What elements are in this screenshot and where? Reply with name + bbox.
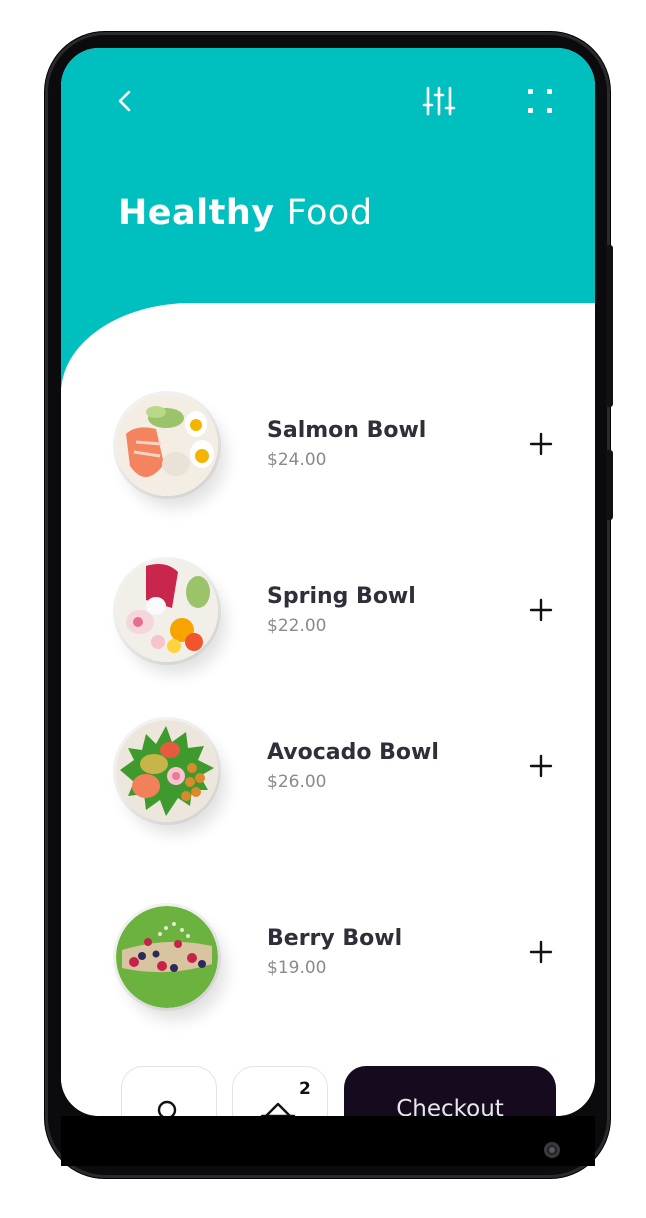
spring-bowl-image xyxy=(116,560,218,662)
list-item[interactable]: Berry Bowl $19.00 xyxy=(61,898,595,1028)
title-light: Food xyxy=(286,193,373,233)
list-item[interactable]: Avocado Bowl $26.00 xyxy=(61,712,595,842)
profile-button[interactable] xyxy=(121,1066,217,1116)
berry-bowl-image xyxy=(116,906,218,1008)
title-bold: Healthy xyxy=(118,193,275,233)
bottom-bar: 2 Checkout xyxy=(61,1038,595,1116)
list-item[interactable]: Salmon Bowl $24.00 xyxy=(61,386,595,516)
app-screen: Healthy Food Salmon Bowl $24.00 Spring B… xyxy=(61,48,595,1116)
plus-icon xyxy=(529,432,553,456)
menu-grid-button[interactable] xyxy=(525,86,555,116)
add-button[interactable] xyxy=(527,596,555,624)
volume-button xyxy=(606,245,613,407)
grid-dots-icon xyxy=(528,89,552,113)
item-name: Berry Bowl xyxy=(267,926,403,951)
add-button[interactable] xyxy=(527,938,555,966)
plus-icon xyxy=(529,598,553,622)
basket-icon xyxy=(260,1102,295,1116)
bottom-bezel xyxy=(61,1116,595,1166)
item-name: Avocado Bowl xyxy=(267,740,439,765)
plus-icon xyxy=(529,940,553,964)
item-price: $24.00 xyxy=(267,450,327,470)
chevron-left-icon xyxy=(118,90,131,112)
add-button[interactable] xyxy=(527,752,555,780)
item-price: $19.00 xyxy=(267,958,327,978)
item-name: Salmon Bowl xyxy=(267,418,427,443)
filter-button[interactable] xyxy=(421,84,457,118)
sliders-icon xyxy=(422,86,456,116)
checkout-button[interactable]: Checkout xyxy=(344,1066,556,1116)
basket-count-badge: 2 xyxy=(299,1079,311,1099)
power-button xyxy=(606,450,613,520)
camera-dot xyxy=(544,1142,560,1158)
item-name: Spring Bowl xyxy=(267,584,416,609)
list-item[interactable]: Spring Bowl $22.00 xyxy=(61,552,595,682)
item-price: $26.00 xyxy=(267,772,327,792)
back-button[interactable] xyxy=(111,86,141,116)
salmon-bowl-image xyxy=(116,394,218,496)
add-button[interactable] xyxy=(527,430,555,458)
page-title: Healthy Food xyxy=(118,193,373,233)
plus-icon xyxy=(529,754,553,778)
avocado-bowl-image xyxy=(116,720,218,822)
basket-button[interactable]: 2 xyxy=(232,1066,328,1116)
user-icon xyxy=(157,1100,176,1116)
item-price: $22.00 xyxy=(267,616,327,636)
